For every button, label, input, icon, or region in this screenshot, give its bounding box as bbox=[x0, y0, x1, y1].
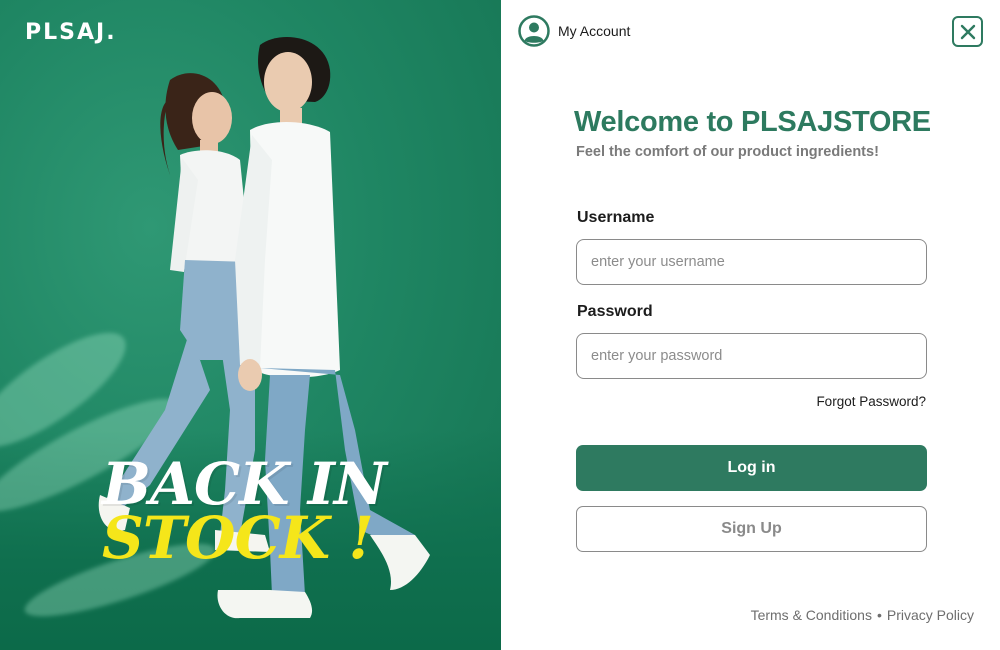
footer-links: Terms & Conditions • Privacy Policy bbox=[751, 607, 974, 623]
user-circle-icon bbox=[518, 15, 550, 47]
privacy-link[interactable]: Privacy Policy bbox=[887, 607, 974, 623]
close-button[interactable] bbox=[952, 16, 983, 47]
welcome-title: Welcome to PLSAJSTORE bbox=[574, 106, 931, 138]
password-input[interactable] bbox=[576, 333, 927, 379]
my-account[interactable]: My Account bbox=[518, 15, 630, 47]
login-button[interactable]: Log in bbox=[576, 445, 927, 491]
my-account-label: My Account bbox=[558, 23, 631, 39]
forgot-password-link[interactable]: Forgot Password? bbox=[816, 394, 926, 409]
footer-separator: • bbox=[876, 607, 882, 623]
promo-headline: BACK IN STOCK ! bbox=[102, 455, 387, 572]
welcome-subtitle: Feel the comfort of our product ingredie… bbox=[576, 144, 879, 160]
hero-panel: PLSAJ. BACK IN STOCK ! bbox=[0, 0, 501, 650]
username-input[interactable] bbox=[576, 239, 927, 285]
close-icon bbox=[960, 24, 975, 39]
terms-link[interactable]: Terms & Conditions bbox=[751, 607, 872, 623]
signup-button[interactable]: Sign Up bbox=[576, 506, 927, 552]
username-label: Username bbox=[577, 209, 655, 226]
password-label: Password bbox=[577, 303, 653, 320]
promo-line-2: STOCK ! bbox=[102, 504, 374, 572]
